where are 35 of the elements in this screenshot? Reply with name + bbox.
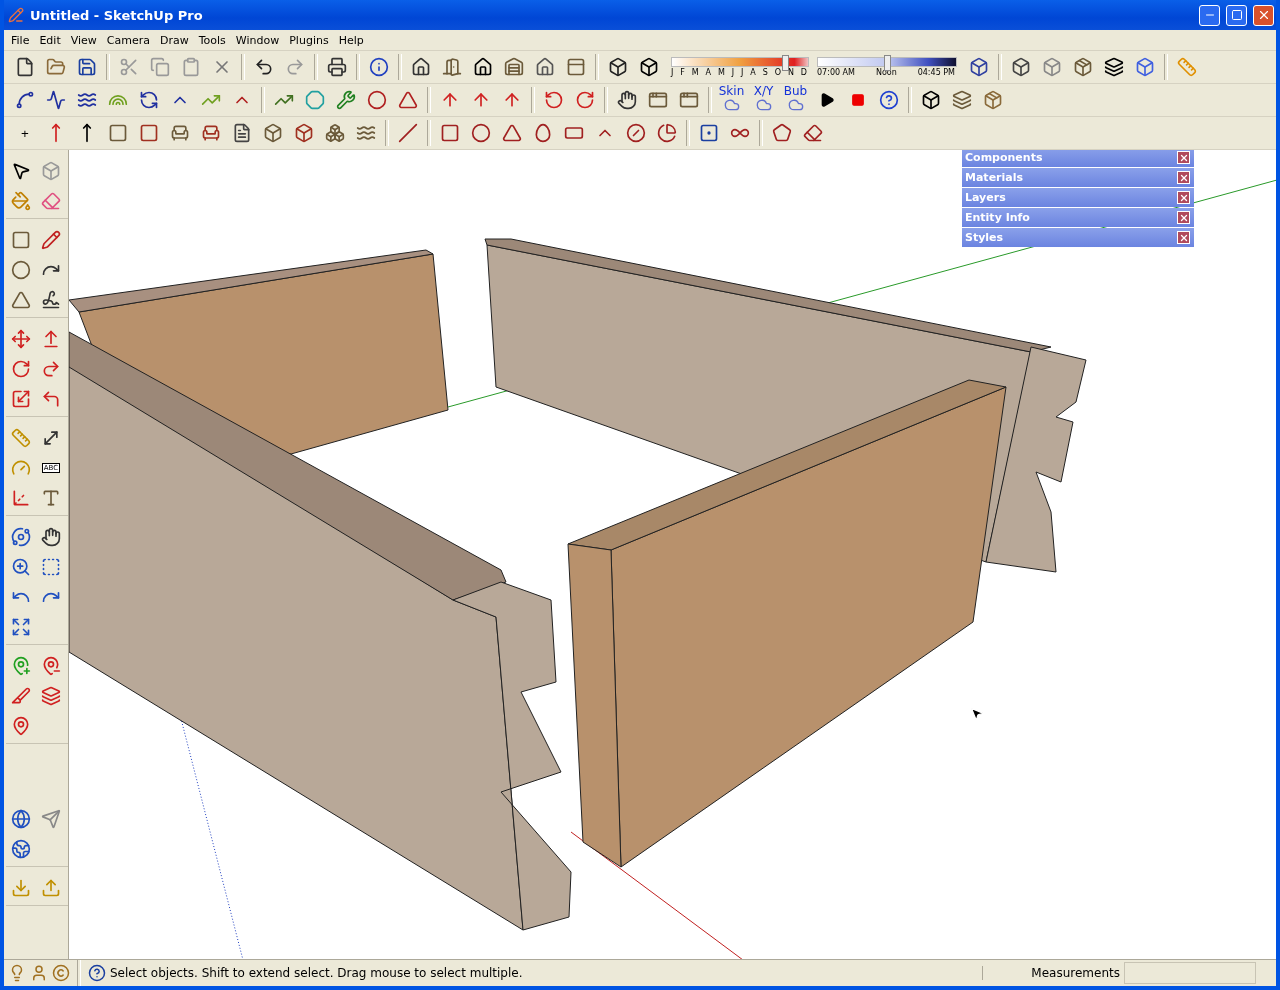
menu-item[interactable]: Help — [333, 31, 369, 49]
plugin-button[interactable]: Bub — [780, 85, 811, 115]
month-label: N — [787, 68, 794, 77]
month-label: A — [750, 68, 756, 77]
menu-item[interactable]: File — [6, 31, 35, 49]
month-label: O — [774, 68, 781, 77]
measurements-label: Measurements — [982, 966, 1120, 980]
month-label: J — [741, 68, 744, 77]
month-label: M — [691, 68, 699, 77]
panel-title: Components — [965, 151, 1043, 164]
axes-button[interactable]: + — [10, 118, 40, 148]
month-label: J — [671, 68, 674, 77]
time-label: 07:00 AM — [817, 68, 855, 77]
status-hint: Select objects. Shift to extend select. Drag mouse to select multiple. — [110, 966, 524, 980]
menu-item[interactable]: Tools — [193, 31, 231, 49]
panel-title: Styles — [965, 231, 1004, 244]
month-label: S — [762, 68, 768, 77]
plugin-button[interactable]: X/Y — [748, 85, 779, 115]
month-label: A — [705, 68, 712, 77]
menu-item[interactable]: View — [65, 31, 102, 49]
window-title: Untitled - SketchUp Pro — [30, 7, 204, 23]
time-label: 04:45 PM — [917, 68, 955, 77]
menu-item[interactable]: Camera — [101, 31, 155, 49]
month-label: J — [731, 68, 735, 77]
menu-item[interactable]: Edit — [34, 31, 66, 49]
panel-title: Materials — [965, 171, 1024, 184]
plugin-button[interactable]: Skin — [716, 85, 747, 115]
menu-item[interactable]: Plugins — [284, 31, 334, 49]
month-label: D — [800, 68, 807, 77]
panel-title: Layers — [965, 191, 1006, 204]
month-label: M — [718, 68, 725, 77]
month-label: F — [680, 68, 685, 77]
panel-title: Entity Info — [965, 211, 1030, 224]
menu-item[interactable]: Draw — [155, 31, 194, 49]
menu-item[interactable]: Window — [230, 31, 285, 49]
